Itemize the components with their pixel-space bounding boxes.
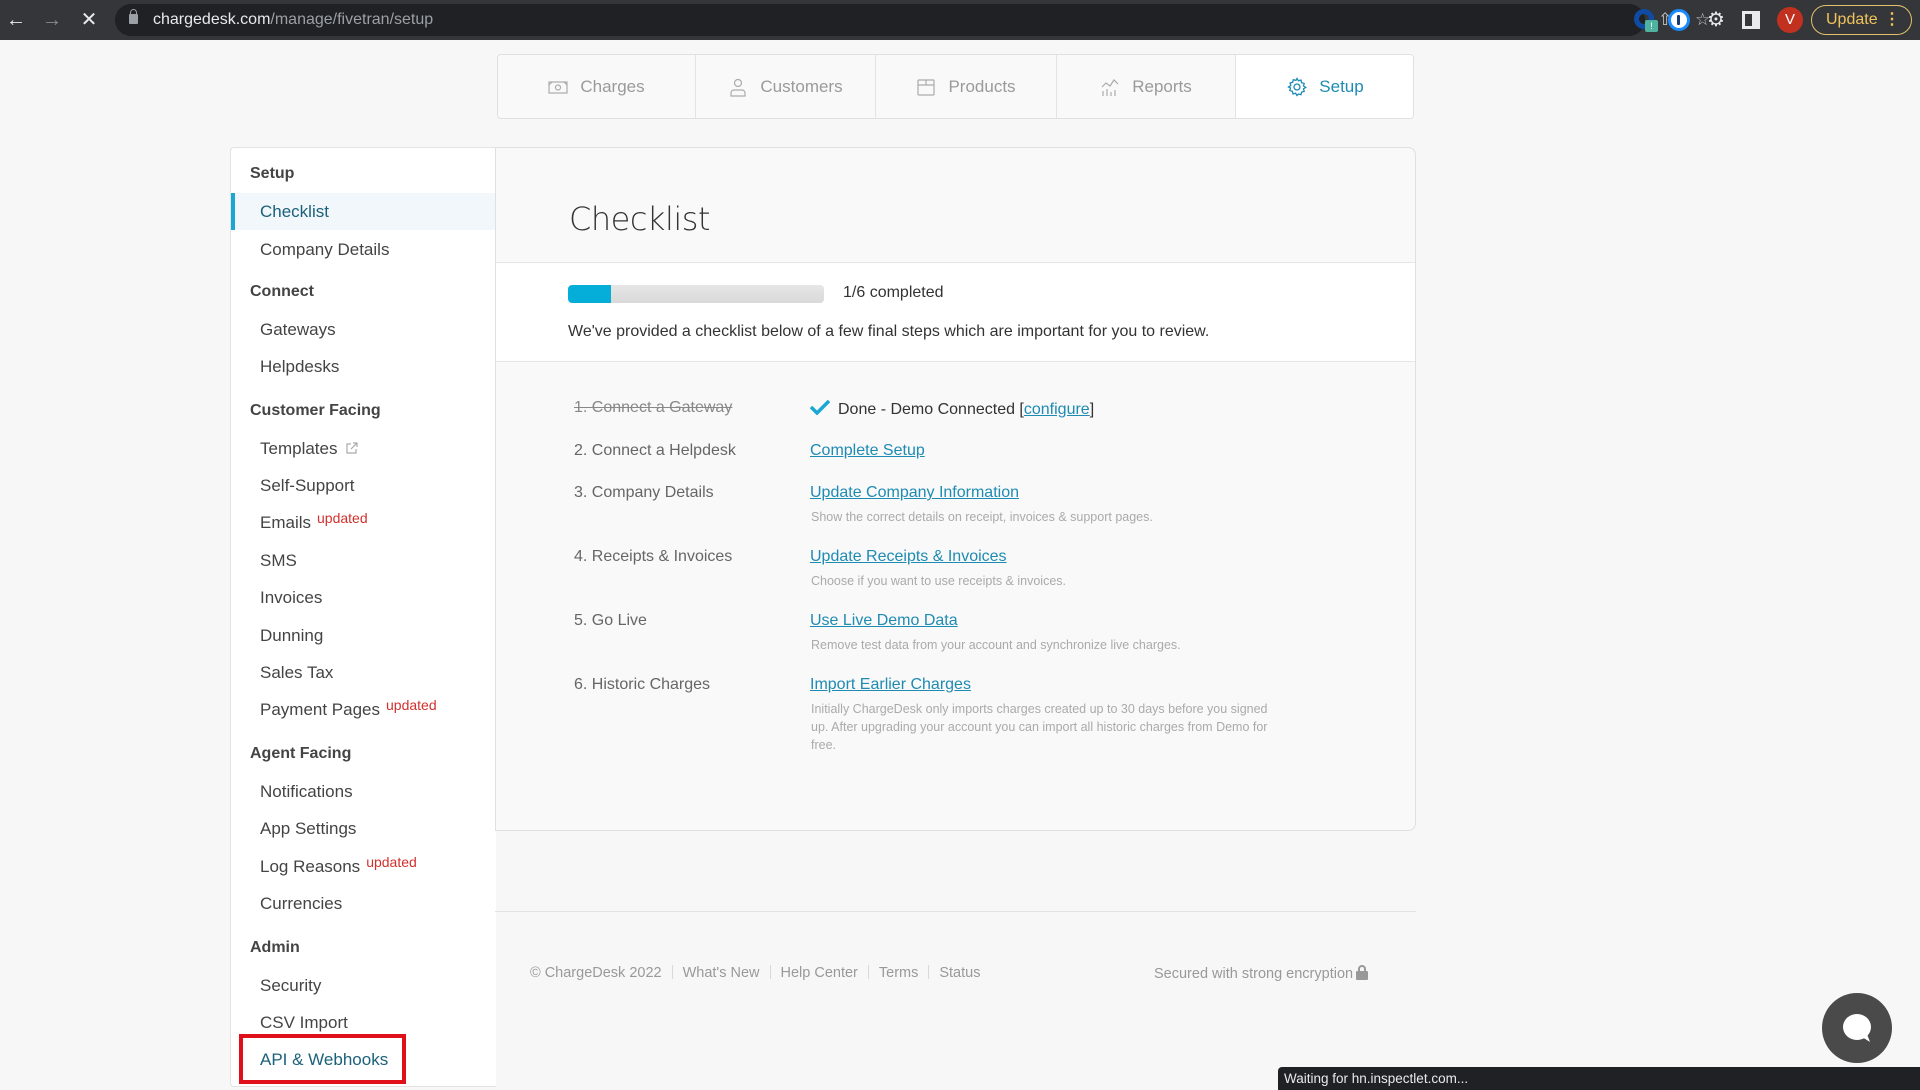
footer-link-whats-new[interactable]: What's New <box>683 965 760 981</box>
checklist-intro: 1/6 completed We've provided a checklist… <box>496 262 1415 362</box>
forward-button[interactable]: → <box>40 8 64 32</box>
sidebar-item-dunning[interactable]: Dunning <box>231 617 496 654</box>
sidebar-item-gateways[interactable]: Gateways <box>231 311 496 348</box>
step-description: Show the correct details on receipt, inv… <box>811 510 1153 524</box>
lock-icon <box>129 9 138 24</box>
sidebar-heading-agent-facing: Agent Facing <box>250 745 352 762</box>
footer-divider <box>495 911 1416 912</box>
sidebar-item-emails[interactable]: Emails updated <box>231 504 496 541</box>
step-label: 2. Connect a Helpdesk <box>574 442 736 459</box>
browser-status-bar: Waiting for hn.inspectlet.com... <box>1278 1067 1920 1090</box>
sidebar-item-currencies[interactable]: Currencies <box>231 885 496 922</box>
footer-links: © ChargeDesk 2022 What's New Help Center Te… <box>530 965 980 981</box>
step-status: Done - Demo Connected [configure] <box>810 399 1094 419</box>
sidebar-item-log-reasons[interactable]: Log Reasons updated <box>231 848 496 885</box>
sidebar-item-sales-tax[interactable]: Sales Tax <box>231 654 496 691</box>
checklist-panel: Checklist 1/6 completed We've provided a… <box>495 147 1416 831</box>
sidebar-item-sms[interactable]: SMS <box>231 542 496 579</box>
checkmark-icon <box>810 399 830 415</box>
sidebar-item-templates[interactable]: Templates <box>231 430 496 467</box>
updated-badge: updated <box>317 510 368 526</box>
footer-link-status[interactable]: Status <box>939 965 980 981</box>
complete-setup-link[interactable]: Complete Setup <box>810 442 925 460</box>
progress-bar <box>568 285 824 303</box>
progress-fill <box>568 285 611 303</box>
sidebar-item-app-settings[interactable]: App Settings <box>231 810 496 847</box>
step-label: 3. Company Details <box>574 484 714 501</box>
step-label: 6. Historic Charges <box>574 676 711 693</box>
url-text: chargedesk.com/manage/fivetran/setup <box>153 11 434 28</box>
extensions-puzzle-icon[interactable]: ⚙ <box>1704 8 1728 32</box>
page-title: Checklist <box>569 200 710 238</box>
highlight-annotation-box <box>239 1034 406 1084</box>
sidebar-heading-customer-facing: Customer Facing <box>250 402 381 419</box>
step-label: 4. Receipts & Invoices <box>574 548 733 565</box>
footer-link-help-center[interactable]: Help Center <box>781 965 858 981</box>
chat-widget-button[interactable] <box>1822 993 1892 1063</box>
tab-customers[interactable]: Customers <box>696 55 876 118</box>
updated-badge: updated <box>366 854 417 870</box>
address-bar[interactable]: chargedesk.com/manage/fivetran/setup ⇧ ☆ <box>115 4 1710 36</box>
step-label: 1. Connect a Gateway <box>574 399 733 416</box>
sidebar-heading-admin: Admin <box>250 939 300 956</box>
settings-sidebar: Setup Checklist Company Details Connect … <box>230 147 496 1087</box>
step-label: 5. Go Live <box>574 612 647 629</box>
gear-icon <box>1287 76 1308 97</box>
sidebar-item-security[interactable]: Security <box>231 967 496 1004</box>
sidebar-item-notifications[interactable]: Notifications <box>231 773 496 810</box>
progress-label: 1/6 completed <box>843 284 944 301</box>
sidebar-heading-connect: Connect <box>250 283 314 300</box>
chat-bubble-icon <box>1843 1014 1871 1042</box>
secure-notice: Secured with strong encryption <box>1154 965 1369 982</box>
intro-text: We've provided a checklist below of a fe… <box>568 323 1210 340</box>
updated-badge: updated <box>386 697 437 713</box>
box-icon <box>917 78 936 96</box>
browser-toolbar: ← → ✕ chargedesk.com/manage/fivetran/set… <box>0 0 1920 40</box>
browser-update-button[interactable]: Update ⋮ <box>1811 5 1912 35</box>
back-button[interactable]: ← <box>4 8 28 32</box>
external-link-icon <box>346 442 359 454</box>
tab-charges[interactable]: Charges <box>498 55 696 118</box>
sidebar-heading-setup: Setup <box>250 165 295 182</box>
top-nav: Charges Customers Products Reports Setup <box>497 54 1414 119</box>
step-description: Choose if you want to use receipts & inv… <box>811 574 1066 588</box>
step-description: Remove test data from your account and s… <box>811 638 1181 652</box>
use-live-demo-data-link[interactable]: Use Live Demo Data <box>810 612 958 630</box>
tab-setup[interactable]: Setup <box>1236 55 1413 118</box>
tab-reports[interactable]: Reports <box>1057 55 1236 118</box>
profile-avatar[interactable]: V <box>1777 7 1803 33</box>
user-icon <box>730 78 747 97</box>
tab-products[interactable]: Products <box>876 55 1057 118</box>
money-icon <box>548 80 568 94</box>
update-receipts-invoices-link[interactable]: Update Receipts & Invoices <box>810 548 1007 566</box>
copyright: © ChargeDesk 2022 <box>530 965 662 981</box>
lock-icon <box>1356 965 1369 980</box>
extension-badge: ! <box>1645 20 1658 32</box>
sidebar-item-payment-pages[interactable]: Payment Pages updated <box>231 691 496 728</box>
step-description: Initially ChargeDesk only imports charge… <box>811 702 1268 752</box>
import-earlier-charges-link[interactable]: Import Earlier Charges <box>810 676 971 694</box>
sidebar-item-helpdesks[interactable]: Helpdesks <box>231 348 496 385</box>
update-company-information-link[interactable]: Update Company Information <box>810 484 1019 502</box>
sidebar-item-company-details[interactable]: Company Details <box>231 231 496 268</box>
side-panel-icon[interactable] <box>1742 11 1760 29</box>
stop-loading-button[interactable]: ✕ <box>77 8 101 32</box>
sidebar-item-self-support[interactable]: Self-Support <box>231 467 496 504</box>
password-manager-icon[interactable] <box>1668 9 1690 31</box>
sidebar-item-checklist[interactable]: Checklist <box>231 193 496 230</box>
kebab-menu-icon: ⋮ <box>1884 11 1900 28</box>
chart-icon <box>1101 78 1119 96</box>
footer-link-terms[interactable]: Terms <box>879 965 918 981</box>
sidebar-item-invoices[interactable]: Invoices <box>231 579 496 616</box>
configure-link[interactable]: configure <box>1024 401 1090 418</box>
